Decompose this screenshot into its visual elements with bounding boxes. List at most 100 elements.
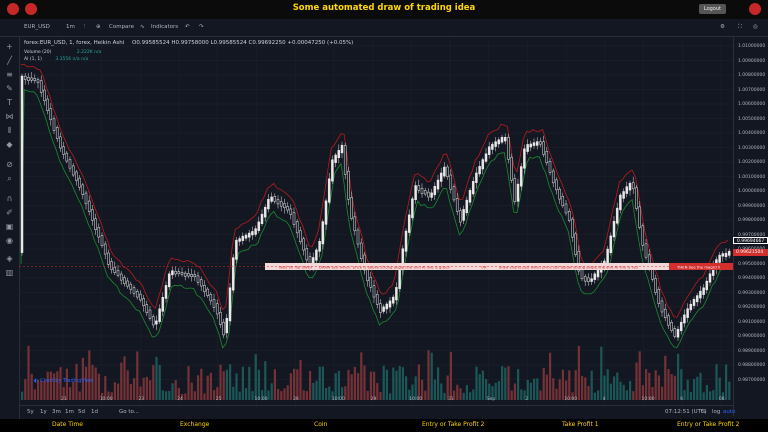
time-tick-label: 10:00 [564,397,578,402]
layers-icon[interactable]: ◈ [5,254,14,263]
legend-ohlc: O0.99585524 H0.99758000 L0.99585524 C0.9… [132,40,354,46]
text-icon[interactable]: T [5,98,14,107]
footer-entry-take-profit-2: Entry or Take Profit 2 [422,421,485,428]
time-tick-label: 24 [177,397,183,402]
price-chart[interactable]: Wait till flip SWDI DRAW just when: price… [19,36,733,405]
magnet-icon[interactable]: ∩ [5,194,14,203]
chart-grid [19,36,733,405]
footer-exchange: Exchange [180,421,210,428]
brush-icon[interactable]: ✎ [5,84,14,93]
main-legend: forex:EUR_USD, 1, forex, Heikin Ashi O0.… [24,40,353,46]
price-tick-label: 0.98800000 [738,363,766,368]
time-tick-label: 25 [215,397,222,402]
horizontal-line-icon[interactable]: ≡ [5,70,14,79]
top-bar: Some automated draw of trading idea Logo… [0,0,768,19]
price-tick-label: 0.99900000 [738,203,766,209]
log-toggle[interactable]: log [712,409,720,415]
compare-button[interactable]: Compare [109,24,134,30]
time-tick-label: 08 [718,397,725,402]
time-tick-label: 10:00 [331,397,345,402]
arrow-icon[interactable]: ◆ [5,140,14,149]
time-tick-label: 23 [138,397,145,402]
time-tick-label: 6 [680,397,684,402]
annotation-text: OR [481,265,487,270]
price-tick-label: 1.00900000 [738,58,766,64]
camera-icon[interactable]: ◎ [753,24,758,30]
price-tick-label: 1.00200000 [738,160,766,165]
price-tick-label: 0.99200000 [738,305,766,310]
lock-icon[interactable]: ▣ [5,222,14,231]
zoom-icon[interactable]: ⌕ [5,174,14,183]
time-tick-label: 4 [602,397,606,402]
bottom-bar: 5y 1y 3m 1m 5d 1d Go to... 07:12:51 (UTC… [19,405,735,420]
price-tick-label: 1.00700000 [738,87,766,93]
range-5d[interactable]: 5d [78,409,85,415]
chart-frame: EUR_USD 1m ⫶ ⊕ Compare ∿ Indicators ↶ ↷ … [0,19,768,419]
time-tick-label: 10:00 [409,397,423,402]
price-tick-label: 1.00000000 [738,189,766,194]
chart-toolbar: EUR_USD 1m ⫶ ⊕ Compare ∿ Indicators ↶ ↷ … [0,19,768,37]
time-tick-label: 26 [293,397,299,402]
range-3m[interactable]: 3m [52,409,61,415]
indicators-icon[interactable]: ∿ [140,24,145,30]
ai-value: 3.3556 n/a n/a [55,57,89,62]
upper-band-line [20,63,729,318]
volume-value: 2.222K n/a [76,50,102,55]
compare-icon[interactable]: ⊕ [96,24,101,30]
tradingview-attribution[interactable]: ◐ Chart by TradingView [34,378,93,384]
price-tick-label: 1.00100000 [738,174,766,180]
chart-style-icon[interactable]: ⫶ [84,24,85,31]
time-tick-label: Sep [486,397,496,402]
percent-toggle[interactable]: % [701,409,706,415]
annotation-text: Wait till flip SWDI [279,265,312,270]
price-tick-label: 0.99300000 [738,290,766,296]
range-1m[interactable]: 1m [65,409,74,415]
footer-date-time: Date Time [52,421,83,428]
range-1y[interactable]: 1y [40,409,47,415]
price-tick-label: 0.99800000 [738,218,766,223]
ai-legend: AI (1, 1) 3.3556 n/a n/a [24,57,88,62]
price-tick-label: 1.01000000 [738,44,766,49]
fib-icon[interactable]: ⫴ [5,126,14,135]
trade-idea-annotation[interactable]: Wait till flip SWDI DRAW just when: price… [19,263,733,270]
indicators-button[interactable]: Indicators [151,24,178,30]
price-tick-label: 0.99400000 [738,276,766,281]
logout-button[interactable]: Logout [698,4,726,14]
goto-button[interactable]: Go to... [119,409,139,415]
gear-icon[interactable]: ⚙ [720,24,725,30]
price-tick-label: 0.99100000 [738,319,766,325]
candles [20,72,731,341]
crosshair-icon[interactable]: + [5,42,14,51]
app-title: Some automated draw of trading idea [292,3,476,13]
symbol-search[interactable]: EUR_USD [24,24,50,30]
time-tick-label: 10:00 [254,397,268,402]
range-5y[interactable]: 5y [27,409,34,415]
time-tick-label: 29 [370,397,377,402]
price-tick-label: 1.00500000 [738,116,766,122]
fullscreen-icon[interactable]: ⛶ [738,24,742,31]
annotation-text: draw shorts just when price still below … [499,265,639,270]
volume-bars [21,345,731,400]
lower-band-line [20,89,729,349]
annotation-text: THEN See the magic!!! [676,265,721,270]
interval-selector[interactable]: 1m [66,24,75,30]
eye-icon[interactable]: ◉ [5,236,14,245]
trend-line-icon[interactable]: ╱ [5,56,14,65]
undo-icon[interactable]: ↶ [185,24,190,30]
stay-in-drawing-icon[interactable]: ✐ [5,208,14,217]
legend-symbol: forex:EUR_USD, 1, forex, Heikin Ashi [24,40,125,46]
price-tick-label: 1.00400000 [738,131,766,136]
price-axis[interactable]: 1.01000000 1.00900000 1.00800000 1.00700000… [733,36,768,416]
price-tick-label: 0.98700000 [738,377,766,383]
range-1d[interactable]: 1d [91,409,98,415]
auto-toggle[interactable]: auto [723,409,735,415]
time-axis[interactable]: 21 10:00 23 24 25 10:00 26 10:00 29 10:00 31 Sep 2 10… [19,397,733,405]
annotation-text: DRAW just when: price is above strong an… [319,265,451,270]
price-tick-label: 0.99500000 [738,261,766,267]
ruler-icon[interactable]: ⊘ [5,160,14,169]
settings-icon[interactable] [749,3,761,15]
ai-label: AI (1, 1) [24,57,42,62]
pattern-icon[interactable]: ⋈ [5,112,14,121]
redo-icon[interactable]: ↷ [199,24,204,30]
trash-icon[interactable]: ▥ [5,268,14,277]
